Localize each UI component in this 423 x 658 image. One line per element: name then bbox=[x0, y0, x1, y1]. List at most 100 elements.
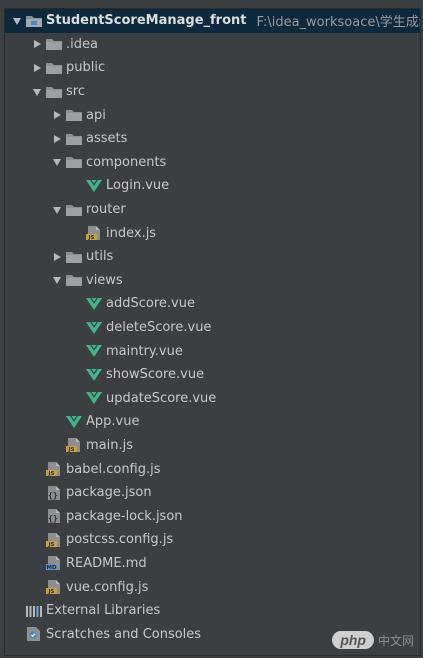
project-folder-icon bbox=[25, 13, 43, 29]
tree-arrow-spacer bbox=[29, 461, 45, 477]
folder-icon bbox=[65, 154, 83, 170]
tree-node-label: vue.config.js bbox=[66, 579, 149, 595]
tree-node-label: showScore.vue bbox=[106, 367, 205, 383]
tree-node-package-lock-json[interactable]: {} package-lock.json bbox=[5, 504, 420, 528]
tree-node-vue-config-js[interactable]: JS vue.config.js bbox=[5, 575, 420, 599]
tree-arrow-spacer bbox=[49, 437, 65, 453]
expand-arrow-down-icon[interactable] bbox=[49, 272, 65, 288]
tree-arrow-spacer bbox=[69, 320, 85, 336]
tree-node-label: StudentScoreManage_front bbox=[46, 13, 247, 29]
tree-node-updatescore-vue[interactable]: updateScore.vue bbox=[5, 387, 420, 411]
tree-node-readme-md[interactable]: MD README.md bbox=[5, 552, 420, 576]
tree-node-label: router bbox=[86, 202, 126, 218]
svg-text:JS: JS bbox=[47, 542, 54, 548]
svg-text:{}: {} bbox=[48, 491, 58, 500]
folder-icon bbox=[65, 107, 83, 123]
tree-node-label: Login.vue bbox=[106, 178, 170, 194]
markdown-file-icon: MD bbox=[45, 555, 63, 571]
tree-node-api[interactable]: api bbox=[5, 103, 420, 127]
tree-node-label: src bbox=[66, 84, 85, 100]
folder-icon bbox=[45, 84, 63, 100]
tree-node-label: External Libraries bbox=[46, 603, 161, 619]
js-file-icon: JS bbox=[45, 461, 63, 477]
tree-node-label: assets bbox=[86, 131, 128, 147]
expand-arrow-right-icon[interactable] bbox=[29, 36, 45, 52]
tree-node-label: package.json bbox=[66, 485, 152, 501]
tree-node-label: components bbox=[86, 154, 167, 170]
vue-file-icon bbox=[85, 320, 103, 336]
svg-text:JS: JS bbox=[87, 235, 94, 241]
tree-node-public[interactable]: public bbox=[5, 56, 420, 80]
tree-node-external-libraries[interactable]: External Libraries bbox=[5, 599, 420, 623]
tree-node-label: main.js bbox=[86, 437, 133, 453]
tree-arrow-spacer bbox=[9, 603, 25, 619]
tree-node-views[interactable]: views bbox=[5, 269, 420, 293]
expand-arrow-down-icon[interactable] bbox=[49, 202, 65, 218]
tree-node-package-json[interactable]: {} package.json bbox=[5, 481, 420, 505]
svg-text:JS: JS bbox=[47, 589, 54, 595]
tree-node-router[interactable]: router bbox=[5, 198, 420, 222]
expand-arrow-down-icon[interactable] bbox=[9, 13, 25, 29]
tree-arrow-spacer bbox=[69, 343, 85, 359]
tree-node-babel-config-js[interactable]: JS babel.config.js bbox=[5, 457, 420, 481]
expand-arrow-right-icon[interactable] bbox=[29, 60, 45, 76]
expand-arrow-right-icon[interactable] bbox=[49, 107, 65, 123]
tree-node-label: README.md bbox=[66, 555, 147, 571]
project-tree: StudentScoreManage_front F:\idea_worksoac… bbox=[5, 9, 420, 646]
vue-file-icon bbox=[85, 296, 103, 312]
tree-node-assets[interactable]: assets bbox=[5, 127, 420, 151]
js-file-icon: JS bbox=[45, 579, 63, 595]
tree-node-idea[interactable]: .idea bbox=[5, 33, 420, 57]
tree-arrow-spacer bbox=[69, 296, 85, 312]
tree-node-addscore-vue[interactable]: addScore.vue bbox=[5, 292, 420, 316]
tree-node-label: updateScore.vue bbox=[106, 390, 217, 406]
vue-file-icon bbox=[85, 343, 103, 359]
tree-node-label: babel.config.js bbox=[66, 461, 161, 477]
tree-node-label: App.vue bbox=[86, 414, 140, 430]
tree-node-label: api bbox=[86, 107, 106, 123]
tree-node-label: public bbox=[66, 60, 106, 76]
tree-arrow-spacer bbox=[29, 555, 45, 571]
tree-node-main-js[interactable]: JS main.js bbox=[5, 434, 420, 458]
tree-node-login-vue[interactable]: Login.vue bbox=[5, 174, 420, 198]
tree-node-label: .idea bbox=[66, 36, 98, 52]
folder-icon bbox=[65, 249, 83, 265]
json-file-icon: {} bbox=[45, 485, 63, 501]
expand-arrow-down-icon[interactable] bbox=[49, 154, 65, 170]
folder-icon bbox=[45, 36, 63, 52]
watermark-text: 中文网 bbox=[377, 633, 414, 648]
tree-arrow-spacer bbox=[49, 414, 65, 430]
tree-arrow-spacer bbox=[69, 390, 85, 406]
tree-node-maintry-vue[interactable]: maintry.vue bbox=[5, 339, 420, 363]
tree-node-deletescore-vue[interactable]: deleteScore.vue bbox=[5, 316, 420, 340]
tree-node-showscore-vue[interactable]: showScore.vue bbox=[5, 363, 420, 387]
tree-node-src[interactable]: src bbox=[5, 80, 420, 104]
expand-arrow-right-icon[interactable] bbox=[49, 131, 65, 147]
svg-text:MD: MD bbox=[46, 565, 56, 571]
tree-node-postcss-config-js[interactable]: JS postcss.config.js bbox=[5, 528, 420, 552]
vue-file-icon bbox=[85, 178, 103, 194]
js-file-icon: JS bbox=[45, 532, 63, 548]
expand-arrow-right-icon[interactable] bbox=[49, 249, 65, 265]
tree-node-studentscoremanage-front[interactable]: StudentScoreManage_front F:\idea_worksoac… bbox=[5, 9, 420, 33]
tree-node-label: maintry.vue bbox=[106, 343, 183, 359]
tree-arrow-spacer bbox=[69, 178, 85, 194]
tree-node-components[interactable]: components bbox=[5, 151, 420, 175]
watermark: php 中文网 bbox=[332, 631, 414, 649]
tree-arrow-spacer bbox=[29, 579, 45, 595]
vue-file-icon bbox=[65, 414, 83, 430]
tree-node-label: package-lock.json bbox=[66, 508, 183, 524]
tree-node-label: utils bbox=[86, 249, 114, 265]
tree-arrow-spacer bbox=[9, 626, 25, 642]
vue-file-icon bbox=[85, 390, 103, 406]
folder-icon bbox=[65, 131, 83, 147]
libraries-icon bbox=[25, 603, 43, 619]
expand-arrow-down-icon[interactable] bbox=[29, 84, 45, 100]
tree-node-app-vue[interactable]: App.vue bbox=[5, 410, 420, 434]
tree-node-label: Scratches and Consoles bbox=[46, 626, 202, 642]
tree-node-index-js[interactable]: JS index.js bbox=[5, 221, 420, 245]
project-tool-window: StudentScoreManage_front F:\idea_worksoac… bbox=[4, 8, 421, 656]
tree-arrow-spacer bbox=[29, 485, 45, 501]
tree-arrow-spacer bbox=[29, 508, 45, 524]
tree-node-utils[interactable]: utils bbox=[5, 245, 420, 269]
